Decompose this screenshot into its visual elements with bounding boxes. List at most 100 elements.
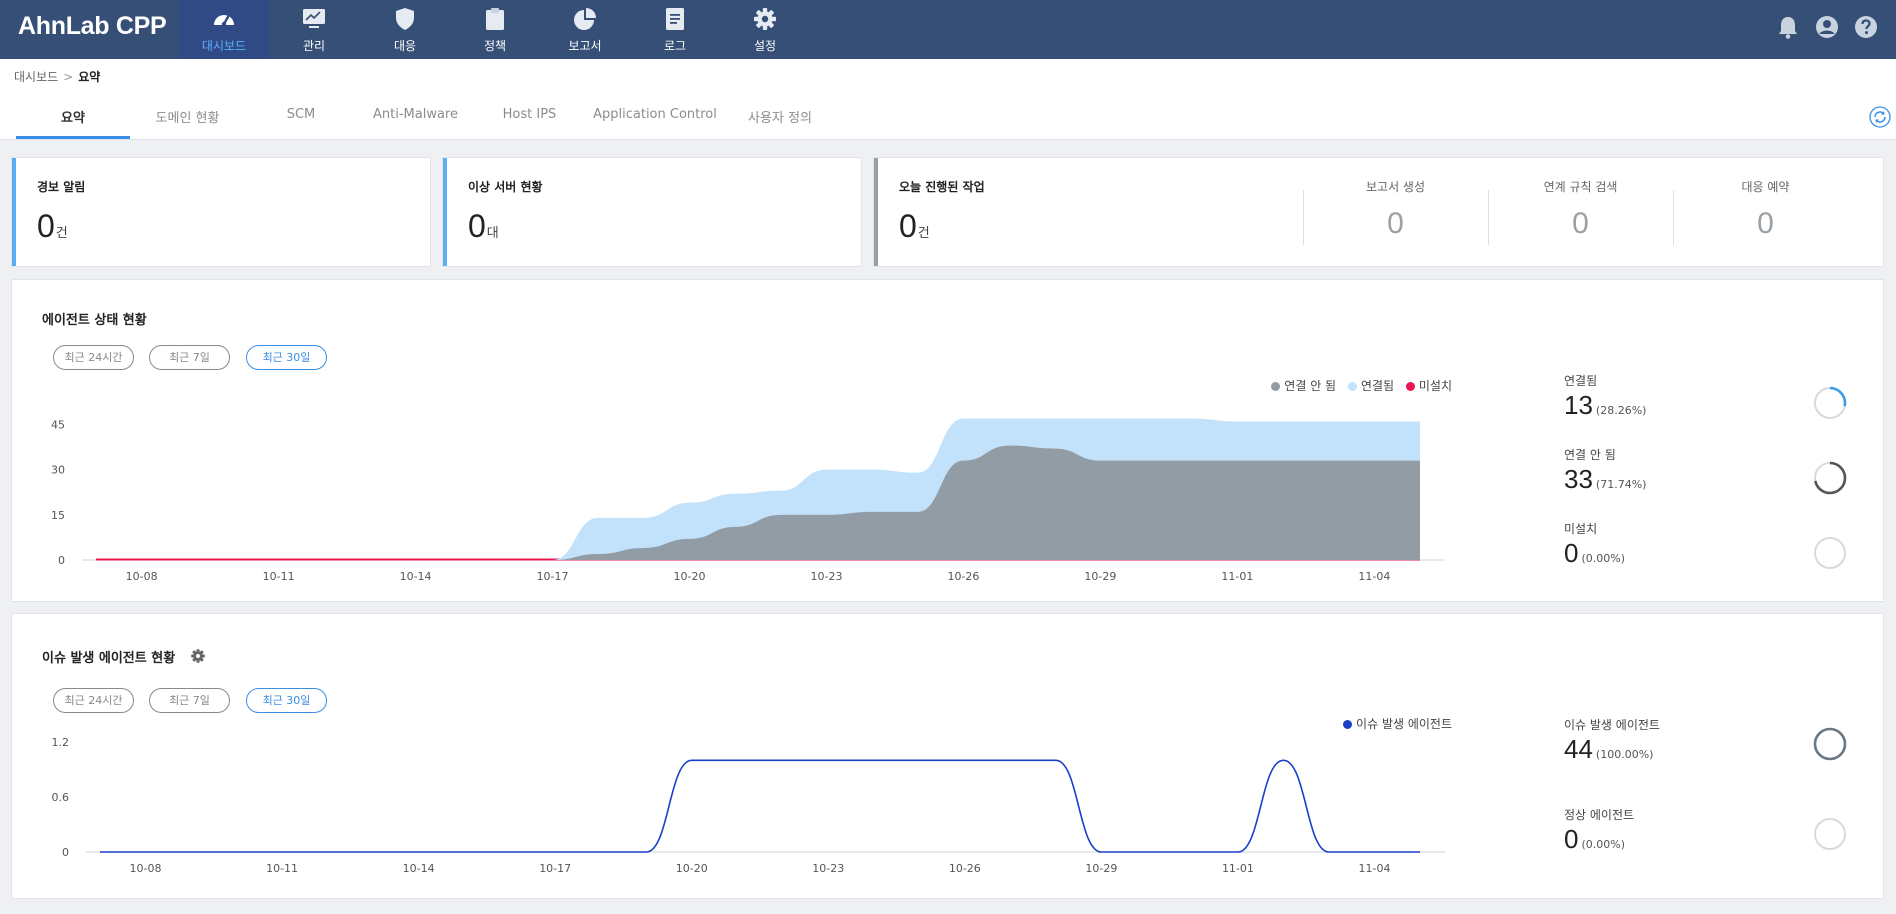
nav-dashboard-label: 대시보드 <box>201 39 247 53</box>
breadcrumb: 대시보드 > 요약 <box>14 68 100 85</box>
issue-agents-donut <box>1813 727 1847 761</box>
x-tick-label: 10-23 <box>812 862 844 875</box>
donut-arc <box>1813 727 1847 761</box>
response-schedule-stat[interactable]: 대응 예약 0 <box>1673 178 1858 241</box>
agent-status-panel: 에이전트 상태 현황 최근 24시간 최근 7일 최근 30일 연결 안 됨 연… <box>11 279 1884 602</box>
not-installed-value: 0 (0.00%) <box>1564 538 1625 568</box>
abnormal-servers-count: 0대 <box>468 208 499 244</box>
x-tick-label: 11-04 <box>1358 862 1390 875</box>
x-tick-label: 10-14 <box>403 862 435 875</box>
not-installed-donut <box>1814 537 1846 569</box>
nav-report-label: 보고서 <box>568 39 602 53</box>
y-tick-label: 15 <box>51 509 65 522</box>
x-tick-label: 10-14 <box>400 570 432 583</box>
x-tick-label: 10-20 <box>676 862 708 875</box>
tab-anti-malware[interactable]: Anti-Malware <box>363 107 468 137</box>
refresh-icon[interactable] <box>1869 106 1891 128</box>
x-tick-label: 10-08 <box>126 570 158 583</box>
nav-log-label: 로그 <box>663 39 687 53</box>
tab-scm[interactable]: SCM <box>262 107 340 137</box>
nav-management[interactable]: 관리 <box>269 0 359 59</box>
x-tick-label: 10-20 <box>674 570 706 583</box>
normal-agents-value: 0 (0.00%) <box>1564 824 1625 854</box>
today-tasks-count: 0건 <box>899 208 930 244</box>
tab-custom[interactable]: 사용자 정의 <box>740 107 820 137</box>
nav-policy-label: 정책 <box>483 39 507 53</box>
y-tick-label: 1.2 <box>52 736 70 749</box>
document-icon <box>666 8 684 30</box>
correlation-rule-search-value: 0 <box>1572 207 1589 240</box>
report-generation-value: 0 <box>1387 207 1404 240</box>
card-accent-bar <box>874 158 878 266</box>
report-generation-label: 보고서 생성 <box>1365 180 1425 194</box>
alerts-card[interactable]: 경보 알림 0건 <box>11 157 431 267</box>
connected-value: 13 (28.26%) <box>1564 390 1647 420</box>
nav-log[interactable]: 로그 <box>630 0 720 59</box>
donut-track <box>1814 537 1846 569</box>
monitor-icon <box>303 9 325 28</box>
nav-response[interactable]: 대응 <box>360 0 450 59</box>
x-tick-label: 10-29 <box>1084 570 1116 583</box>
x-tick-label: 10-17 <box>537 570 569 583</box>
clipboard-icon <box>486 8 504 30</box>
donut-track <box>1814 818 1846 850</box>
breadcrumb-separator-icon: > <box>63 70 74 84</box>
nav-policy[interactable]: 정책 <box>450 0 540 59</box>
breadcrumb-root[interactable]: 대시보드 <box>14 70 58 84</box>
disconnected-label: 연결 안 됨 <box>1564 448 1616 462</box>
nav-settings[interactable]: 설정 <box>720 0 810 59</box>
nav-report[interactable]: 보고서 <box>540 0 630 59</box>
abnormal-servers-card[interactable]: 이상 서버 현황 0대 <box>442 157 862 267</box>
app-logo[interactable]: AhnLab CPP <box>18 12 167 41</box>
today-tasks-card-title: 오늘 진행된 작업 <box>899 180 985 194</box>
nav-management-label: 관리 <box>302 39 326 53</box>
issue-agents-value: 44 (100.00%) <box>1564 734 1654 764</box>
issue-agents-chart[interactable]: 0 0.6 1.2 10-08 10-11 10-14 10-17 10-20 10-23 10-… <box>12 614 1472 898</box>
report-generation-stat[interactable]: 보고서 생성 0 <box>1303 178 1488 241</box>
response-schedule-value: 0 <box>1757 207 1774 240</box>
normal-agents-label: 정상 에이전트 <box>1564 808 1635 822</box>
x-tick-label: 10-08 <box>130 862 162 875</box>
alerts-card-title: 경보 알림 <box>37 180 86 194</box>
today-tasks-card: 오늘 진행된 작업 0건 보고서 생성 0 연계 규칙 검색 0 대응 예약 0 <box>873 157 1884 267</box>
issue-agents-panel: 이슈 발생 에이전트 현황 최근 24시간 최근 7일 최근 30일 이슈 발생… <box>11 613 1884 899</box>
card-accent-bar <box>443 158 447 266</box>
agent-status-chart[interactable]: 0 15 30 45 10-08 10-11 10-14 10-17 10-20 10-23 10-… <box>12 280 1472 600</box>
nav-dashboard[interactable]: 대시보드 <box>179 0 269 59</box>
x-tick-label: 10-23 <box>810 570 842 583</box>
correlation-rule-search-label: 연계 규칙 검색 <box>1543 180 1618 194</box>
top-navigation-bar: AhnLab CPP 대시보드 관리 대응 정책 보고서 로그 설정 <box>0 0 1896 59</box>
x-tick-label: 10-11 <box>263 570 295 583</box>
breadcrumb-current: 요약 <box>78 70 101 84</box>
y-tick-label: 30 <box>51 464 65 477</box>
x-tick-label: 10-26 <box>949 862 981 875</box>
correlation-rule-search-stat[interactable]: 연계 규칙 검색 0 <box>1488 178 1673 241</box>
response-schedule-label: 대응 예약 <box>1741 180 1790 194</box>
abnormal-servers-card-title: 이상 서버 현황 <box>468 180 543 194</box>
x-tick-label: 10-26 <box>947 570 979 583</box>
speedometer-icon <box>214 13 234 27</box>
tab-summary[interactable]: 요약 <box>16 107 130 139</box>
tab-domain-status[interactable]: 도메인 현황 <box>140 107 235 137</box>
series-line[interactable] <box>99 759 1420 853</box>
not-installed-label: 미설치 <box>1564 522 1598 536</box>
card-accent-bar <box>12 158 16 266</box>
help-icon[interactable] <box>1854 15 1878 39</box>
gear-icon <box>754 8 776 30</box>
user-account-icon[interactable] <box>1815 15 1839 39</box>
sub-header: 대시보드 > 요약 요약 도메인 현황 SCM Anti-Malware Host … <box>0 59 1896 140</box>
tab-host-ips[interactable]: Host IPS <box>492 107 567 137</box>
x-tick-label: 11-01 <box>1222 862 1254 875</box>
bell-icon[interactable] <box>1777 15 1799 39</box>
pie-chart-icon <box>574 8 596 30</box>
y-tick-label: 0.6 <box>52 791 70 804</box>
disconnected-value: 33 (71.74%) <box>1564 464 1647 494</box>
connected-donut <box>1813 386 1847 420</box>
tab-application-control[interactable]: Application Control <box>589 107 721 137</box>
disconnected-donut <box>1813 461 1847 495</box>
y-tick-label: 0 <box>62 846 69 859</box>
x-tick-label: 10-17 <box>539 862 571 875</box>
shield-icon <box>396 8 414 30</box>
x-tick-label: 11-01 <box>1221 570 1253 583</box>
nav-response-label: 대응 <box>393 39 417 53</box>
